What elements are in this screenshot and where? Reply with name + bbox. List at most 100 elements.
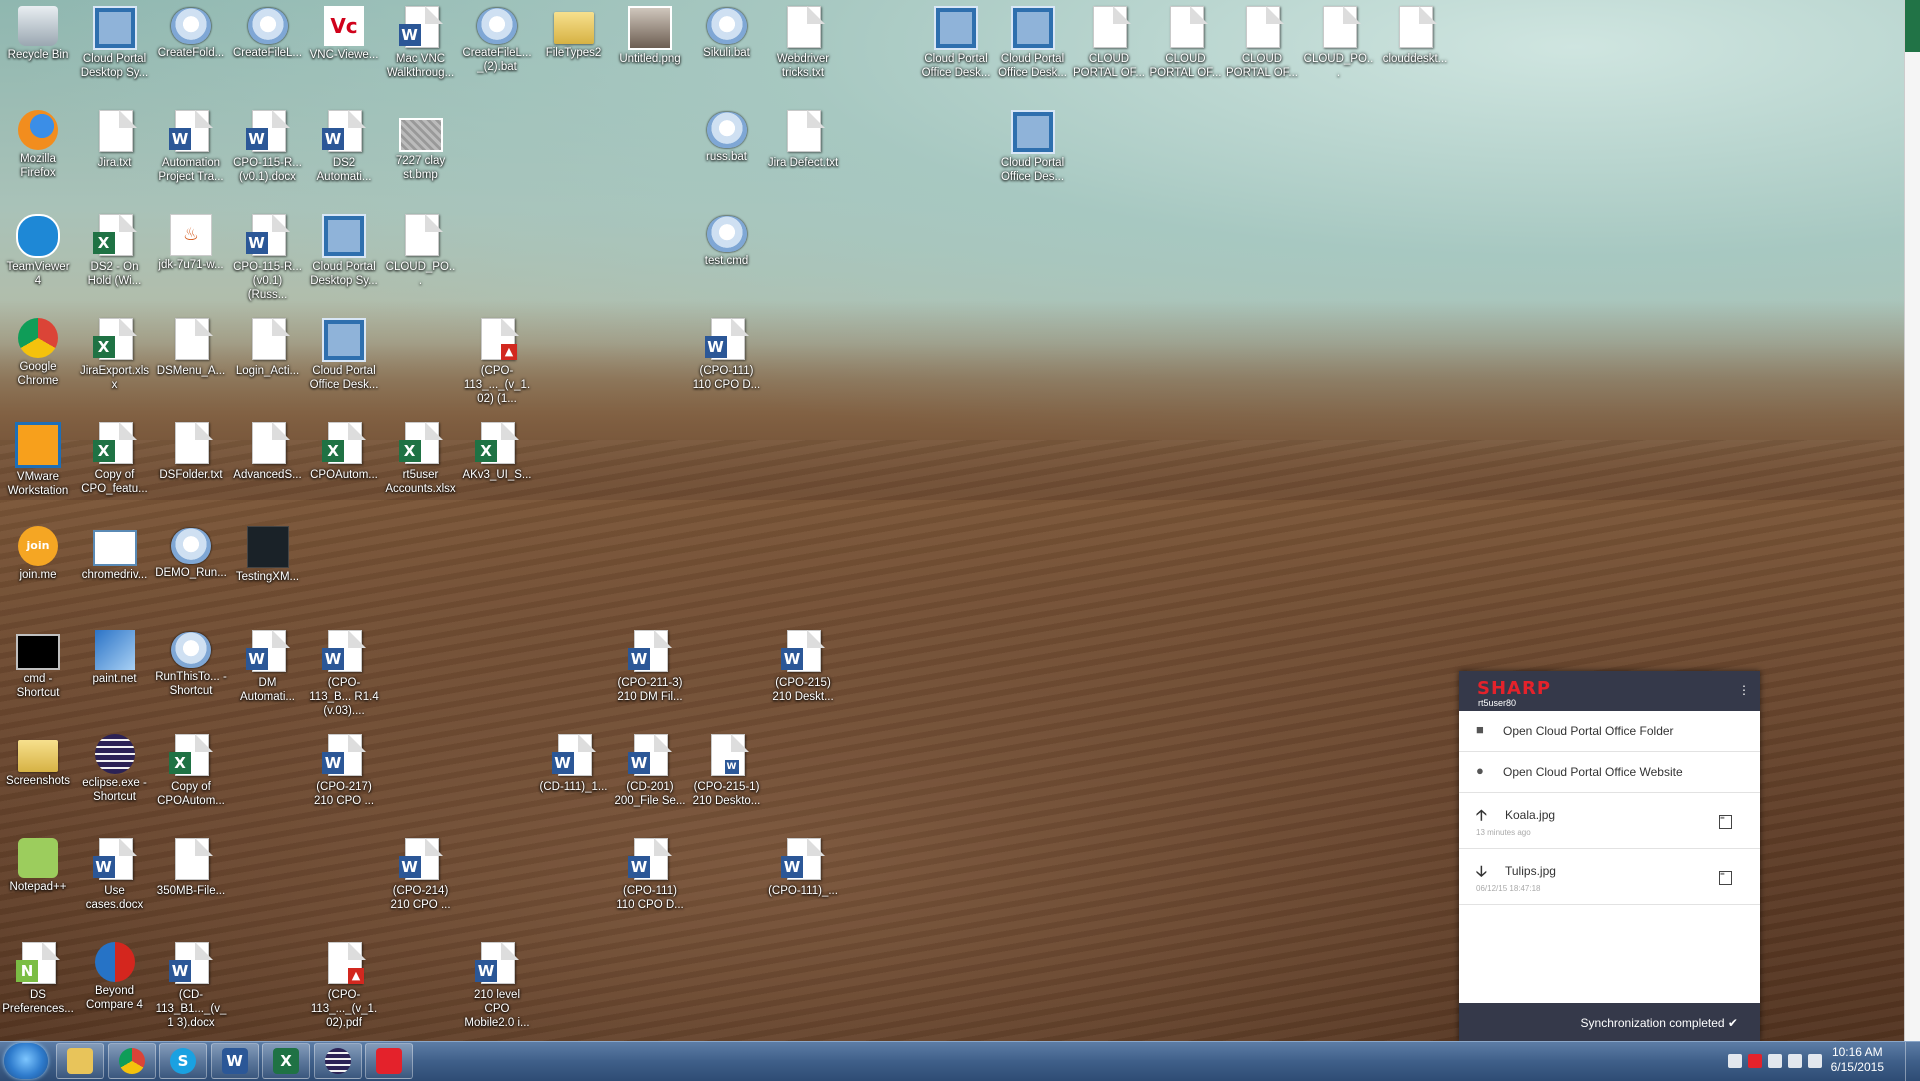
desktop-icon-notepad[interactable]: Notepad++ (0, 834, 76, 938)
desktop-icon-createfilel[interactable]: CreateFileL... (230, 2, 306, 106)
desktop-icon-cpo-115-r-v0-1-russ[interactable]: W CPO-115-R... (v0.1) (Russ... (230, 210, 306, 314)
desktop-icon-untitled-png[interactable]: Untitled.png (612, 2, 688, 106)
desktop-icon-cloud-portal-desktop-sy[interactable]: Cloud Portal Desktop Sy... (306, 210, 382, 314)
desktop-icon-dsmenu-a[interactable]: DSMenu_A... (153, 314, 229, 418)
desktop-icon-rt5user-accounts-xlsx[interactable]: Xrt5user Accounts.xlsx (383, 418, 459, 522)
show-hidden-icons-icon[interactable] (1728, 1054, 1742, 1068)
desktop-icon-cd-201-200-file-se[interactable]: W (CD-201) 200_File Se... (612, 730, 688, 834)
desktop-icon-copy-of-cpo-featu[interactable]: X Copy of CPO_featu... (77, 418, 153, 522)
desktop-icon-runthisto-shortcut[interactable]: RunThisTo... - Shortcut (153, 626, 229, 730)
desktop-icon-vnc-viewe[interactable]: Vc VNC-Viewe... (306, 2, 382, 106)
desktop-icon-cpo-217-210-cpo[interactable]: W (CPO-217) 210 CPO ... (306, 730, 382, 834)
desktop-icon-7227-clay-st-bmp[interactable]: 7227 clay st.bmp (383, 106, 459, 210)
desktop-icon-cloud-portal-office-desk[interactable]: Cloud Portal Office Desk... (918, 2, 994, 106)
desktop-icon-ds2-automati[interactable]: W DS2 Automati... (306, 106, 382, 210)
desktop-icon-dm-automati[interactable]: W DM Automati... (230, 626, 306, 730)
desktop-icon-use-cases-docx[interactable]: W Use cases.docx (77, 834, 153, 938)
desktop-icon-recycle-bin[interactable]: Recycle Bin (0, 2, 76, 106)
desktop-icon-webdriver-tricks-txt[interactable]: Webdriver tricks.txt (765, 2, 841, 106)
desktop-icon-join-me[interactable]: join join.me (0, 522, 76, 626)
desktop-icon-350mb-file[interactable]: 350MB-File... (153, 834, 229, 938)
desktop-icon-beyond-compare-4[interactable]: Beyond Compare 4 (77, 938, 153, 1041)
open-folder-action[interactable]: ■ Open Cloud Portal Office Folder (1459, 711, 1760, 752)
desktop-icon-210-level-cpo-mobile2-0-i[interactable]: W 210 level CPO Mobile2.0 i... (459, 938, 535, 1041)
desktop-icon-vmware-workstation[interactable]: VMware Workstation (0, 418, 76, 522)
desktop-icon-ds2-on-hold-wi[interactable]: X DS2 - On Hold (Wi... (77, 210, 153, 314)
desktop-icon-testingxm[interactable]: TestingXM... (230, 522, 306, 626)
desktop-icon-cloud-portal-office-desk[interactable]: Cloud Portal Office Desk... (995, 2, 1071, 106)
desktop-icon-sikuli-bat[interactable]: Sikuli.bat (689, 2, 765, 106)
taskbar-excel-button[interactable]: X (262, 1043, 310, 1079)
open-website-action[interactable]: ● Open Cloud Portal Office Website (1459, 752, 1760, 793)
sync-file-row[interactable]: 🡡 Koala.jpg 13 minutes ago ≡ (1459, 793, 1760, 849)
taskbar-chrome-button[interactable] (107, 1043, 156, 1079)
sync-file-row[interactable]: 🡣 Tulips.jpg 06/12/15 18:47:18 ≡ (1459, 849, 1760, 905)
file-details-icon[interactable]: ≡ (1719, 870, 1732, 885)
desktop-icon-cpo-111-110-cpo-d[interactable]: W (CPO-111) 110 CPO D... (612, 834, 688, 938)
desktop-icon-screenshots[interactable]: Screenshots (0, 730, 76, 834)
start-button[interactable] (4, 1043, 48, 1079)
desktop-icon-teamviewer-4[interactable]: TeamViewer 4 (0, 210, 76, 314)
desktop-icon-cpo-113-v-1-02-1[interactable]: ▲ (CPO-113_..._(v_1.02) (1... (459, 314, 535, 418)
desktop-icon-chromedriv[interactable]: chromedriv... (77, 522, 153, 626)
desktop-icon-cpo-215-1-210-deskto[interactable]: W (CPO-215-1) 210 Deskto... (689, 730, 765, 834)
desktop-icon-mozilla-firefox[interactable]: Mozilla Firefox (0, 106, 76, 210)
desktop-icon-automation-project-tra[interactable]: W Automation Project Tra... (153, 106, 229, 210)
desktop-icon-cmd-shortcut[interactable]: cmd - Shortcut (0, 626, 76, 730)
desktop-icon-cloud-portal-desktop-sy[interactable]: Cloud Portal Desktop Sy... (77, 2, 153, 106)
desktop-icon-advanceds[interactable]: AdvancedS... (230, 418, 306, 522)
desktop-icon-cloud-portal-of[interactable]: CLOUD PORTAL OF... (1224, 2, 1300, 106)
desktop-icon-copy-of-cpoautom[interactable]: X Copy of CPOAutom... (153, 730, 229, 834)
desktop-icon-ds-preferences[interactable]: N DS Preferences... (0, 938, 76, 1041)
taskbar-sharp-cloud-portal-button[interactable] (365, 1043, 413, 1079)
desktop-icon-google-chrome[interactable]: Google Chrome (0, 314, 76, 418)
desktop-icon-paint-net[interactable]: paint.net (77, 626, 153, 730)
taskbar-explorer-button[interactable] (56, 1043, 104, 1079)
desktop-icon-cpo-111-110-cpo-d[interactable]: W (CPO-111) 110 CPO D... (689, 314, 765, 418)
desktop-icon-cloud-portal-of[interactable]: CLOUD PORTAL OF... (1148, 2, 1224, 106)
desktop-icon-createfold[interactable]: CreateFold... (153, 2, 229, 106)
desktop-icon-akv3-ui-s[interactable]: X AKv3_UI_S... (459, 418, 535, 522)
partially-visible-window[interactable] (1904, 0, 1920, 1041)
desktop-icon-login-acti[interactable]: Login_Acti... (230, 314, 306, 418)
menu-icon[interactable]: ⋮ (1738, 683, 1750, 697)
desktop-icon-jira-txt[interactable]: Jira.txt (77, 106, 153, 210)
desktop-icon-cloud-po[interactable]: CLOUD_PO... (1301, 2, 1377, 106)
network-icon[interactable] (1788, 1054, 1802, 1068)
desktop-icon-clouddeskt[interactable]: clouddeskt... (1377, 2, 1453, 106)
desktop-icon-cpo-111[interactable]: W (CPO-111)_... (765, 834, 841, 938)
desktop-icon-demo-run[interactable]: DEMO_Run... (153, 522, 229, 626)
desktop-icon-cpo-113-v-1-02-pdf[interactable]: ▲ (CPO-113_..._(v_1.02).pdf (306, 938, 382, 1041)
desktop-icon-russ-bat[interactable]: russ.bat (689, 106, 765, 210)
desktop-icon-cd-113-b1-v-1-3-docx[interactable]: W (CD-113_B1..._(v_1 3).docx (153, 938, 229, 1041)
desktop-icon-cloud-portal-office-des[interactable]: Cloud Portal Office Des... (995, 106, 1071, 210)
desktop-icon-filetypes2[interactable]: FileTypes2 (536, 2, 612, 106)
desktop-icon-cpo-215-210-deskt[interactable]: W (CPO-215) 210 Deskt... (765, 626, 841, 730)
desktop-icon-cloud-po[interactable]: CLOUD_PO... (383, 210, 459, 314)
desktop-icon-createfilel-2-bat[interactable]: CreateFileL..._(2).bat (459, 2, 535, 106)
taskbar-word-button[interactable]: W (210, 1043, 259, 1079)
flag-icon[interactable] (1768, 1054, 1782, 1068)
show-desktop-button[interactable] (1905, 1042, 1920, 1081)
desktop-icon-cpo-214-210-cpo[interactable]: W (CPO-214) 210 CPO ... (383, 834, 459, 938)
desktop-icon-jiraexport-xlsx[interactable]: X JiraExport.xlsx (77, 314, 153, 418)
desktop-icon-cloud-portal-of[interactable]: CLOUD PORTAL OF... (1071, 2, 1147, 106)
desktop-icon-test-cmd[interactable]: test.cmd (689, 210, 765, 314)
volume-icon[interactable] (1808, 1054, 1822, 1068)
desktop-icon-cpo-113-b-r1-4-v-03[interactable]: W (CPO-113_B... R1.4 (v.03).... (306, 626, 382, 730)
desktop-icon-cd-111-1[interactable]: W (CD-111)_1... (536, 730, 612, 834)
desktop-icon-cpoautom[interactable]: X CPOAutom... (306, 418, 382, 522)
desktop-icon-mac-vnc-walkthroug[interactable]: W Mac VNC Walkthroug... (383, 2, 459, 106)
clock[interactable]: 10:16 AM 6/15/2015 (1831, 1045, 1884, 1075)
file-details-icon[interactable]: ≡ (1719, 814, 1732, 829)
desktop-icon-cloud-portal-office-desk[interactable]: Cloud Portal Office Desk... (306, 314, 382, 418)
desktop-icon-jira-defect-txt[interactable]: Jira Defect.txt (765, 106, 841, 210)
taskbar-eclipse-button[interactable] (313, 1043, 362, 1079)
desktop-icon-eclipse-exe-shortcut[interactable]: eclipse.exe - Shortcut (77, 730, 153, 834)
sharp-tray-icon[interactable] (1748, 1054, 1762, 1068)
desktop-icon-cpo-211-3-210-dm-fil[interactable]: W (CPO-211-3) 210 DM Fil... (612, 626, 688, 730)
desktop-icon-dsfolder-txt[interactable]: DSFolder.txt (153, 418, 229, 522)
desktop-icon-cpo-115-r-v0-1-docx[interactable]: W CPO-115-R... (v0.1).docx (230, 106, 306, 210)
taskbar-skype-button[interactable]: S (159, 1043, 207, 1079)
desktop-icon-jdk-7u71-w[interactable]: ♨ jdk-7u71-w... (153, 210, 229, 314)
